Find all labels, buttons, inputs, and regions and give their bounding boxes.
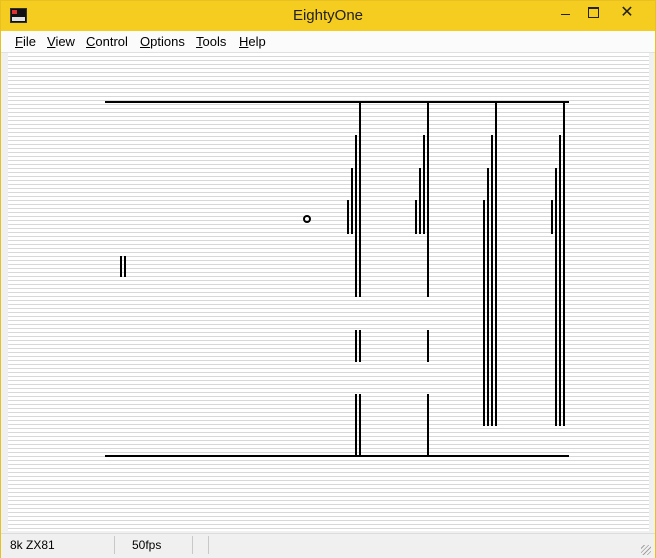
menu-view[interactable]: View	[47, 34, 75, 49]
close-icon: ✕	[620, 4, 634, 21]
resize-grip-icon[interactable]	[641, 545, 651, 555]
status-fps: 50fps	[115, 536, 193, 554]
display-graphics	[105, 101, 569, 457]
emulator-window: EightyOne ✕ File View Control Options To…	[0, 0, 656, 558]
ball-sprite	[303, 215, 311, 223]
maximize-button[interactable]	[577, 1, 609, 25]
maximize-icon	[588, 7, 599, 18]
close-button[interactable]: ✕	[611, 1, 643, 25]
menu-options[interactable]: Options	[140, 34, 185, 49]
menu-tools[interactable]: Tools	[196, 34, 226, 49]
status-machine: 8k ZX81	[4, 536, 115, 554]
status-bar: 8k ZX81 50fps	[1, 533, 655, 558]
title-bar[interactable]: EightyOne ✕	[1, 1, 655, 31]
menu-control[interactable]: Control	[86, 34, 128, 49]
menu-file[interactable]: File	[15, 34, 36, 49]
menu-bar: File View Control Options Tools Help	[1, 31, 655, 53]
status-empty-cell	[184, 536, 209, 554]
minimize-icon	[561, 14, 570, 15]
menu-help[interactable]: Help	[239, 34, 266, 49]
emulator-display[interactable]	[8, 53, 649, 531]
